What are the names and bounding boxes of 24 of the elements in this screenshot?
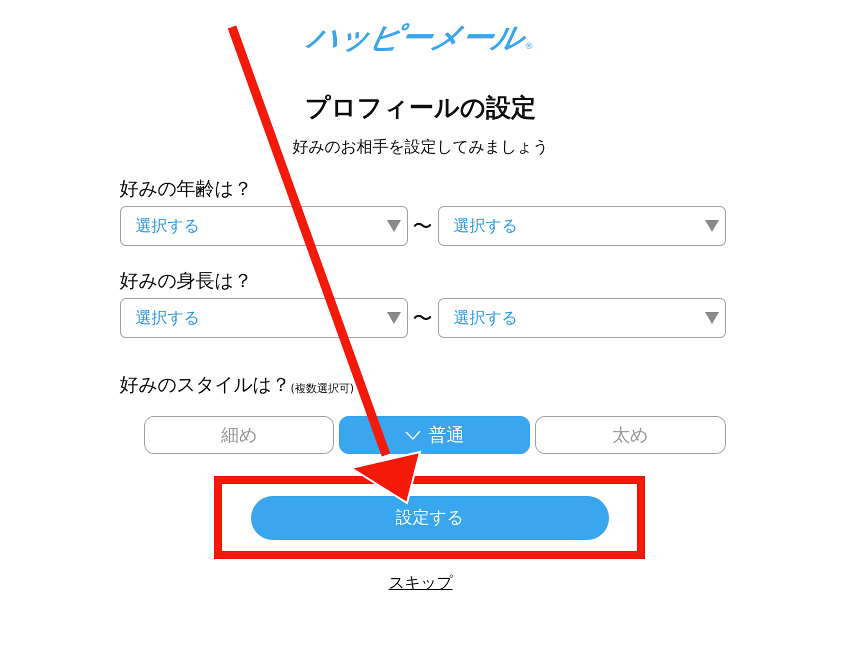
field-note: (複数選択可): [290, 381, 354, 397]
field-label: 好みの年齢は？: [120, 177, 254, 202]
subtitle: 好みのお相手を設定してみましょう: [292, 136, 548, 158]
checkmark-icon: [404, 430, 420, 440]
range-separator: 〜: [412, 212, 434, 240]
submit-button[interactable]: 設定する: [250, 496, 608, 540]
dropdown-caret-icon: [704, 220, 718, 232]
style-option[interactable]: 細め: [144, 416, 334, 454]
registered-mark: ®: [524, 42, 534, 52]
style-option[interactable]: 太め: [534, 416, 726, 454]
page-title: プロフィールの設定: [305, 92, 536, 124]
field-label: 好みの身長は？: [120, 269, 254, 294]
select-field[interactable]: 選択する: [438, 298, 726, 338]
select-field[interactable]: 選択する: [438, 206, 726, 246]
dropdown-caret-icon: [386, 220, 400, 232]
select-field[interactable]: 選択する: [120, 206, 408, 246]
skip-link[interactable]: スキップ: [388, 573, 452, 594]
range-separator: 〜: [412, 304, 434, 332]
field-label: 好みのスタイルは？: [120, 373, 290, 398]
style-option[interactable]: 普通: [339, 416, 530, 454]
dropdown-caret-icon: [386, 312, 400, 324]
select-field[interactable]: 選択する: [120, 298, 408, 338]
logo: ハッピーメール: [304, 20, 526, 56]
dropdown-caret-icon: [704, 312, 718, 324]
